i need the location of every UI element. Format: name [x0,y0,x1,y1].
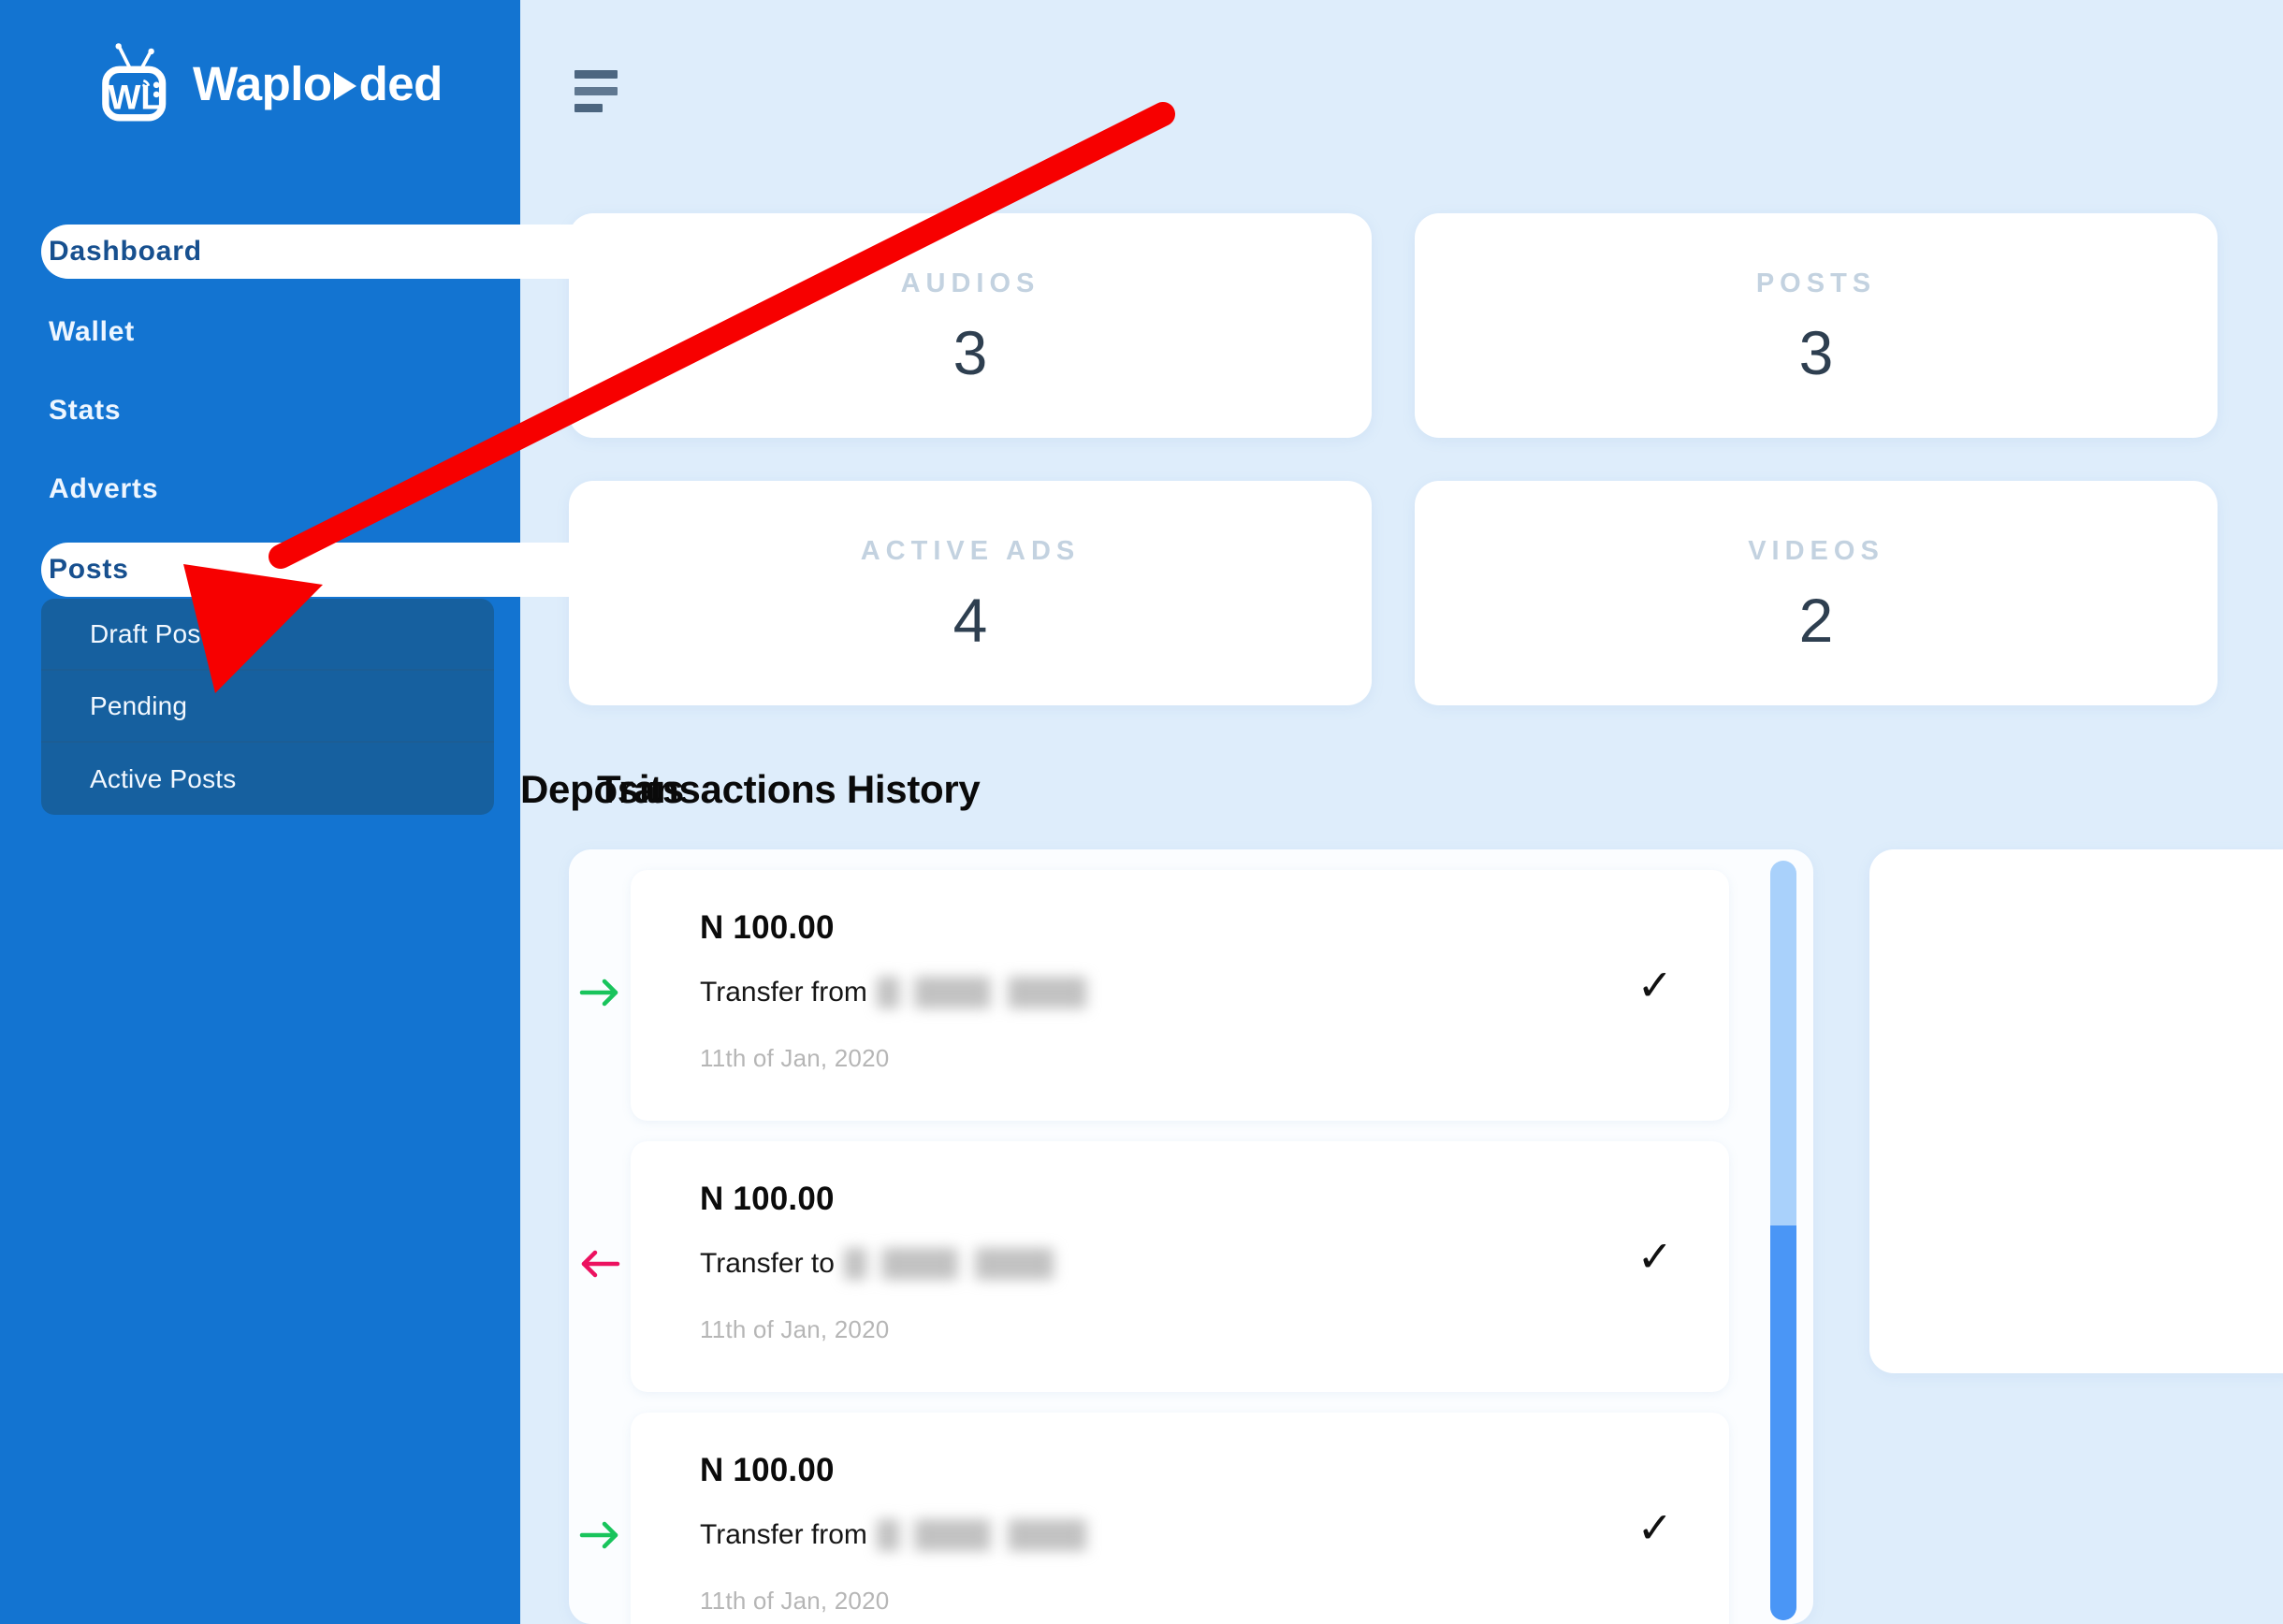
transaction-description: Transfer to [700,1248,1097,1280]
svg-text:WL: WL [109,79,162,117]
stat-card-value: 3 [1798,317,1834,387]
sidebar-item-label: Wallet [49,316,136,347]
hamburger-line [574,70,618,79]
transaction-counterparty-redacted [843,1248,1097,1280]
sidebar-item-label: Stats [49,395,122,426]
transaction-date: 11th of Jan, 2020 [700,1587,890,1615]
transaction-date: 11th of Jan, 2020 [700,1044,890,1072]
stat-card-posts[interactable]: POSTS 3 [1415,213,2218,438]
submenu-item-pending[interactable]: Pending [41,671,494,743]
sidebar-item-label: Adverts [49,473,159,504]
transaction-description-text: Transfer from [700,977,867,1008]
transaction-counterparty-redacted [876,1519,1129,1551]
transaction-detail: Transfer from [579,1519,1729,1551]
arrow-right-icon [579,1521,618,1549]
posts-submenu: Draft Post Pending Active Posts [41,599,494,815]
transactions-scrollbar[interactable] [1770,861,1796,1620]
sidebar-item-adverts[interactable]: Adverts [0,464,580,515]
sidebar-item-wallet[interactable]: Wallet [0,307,580,357]
stat-card-active-ads[interactable]: ACTIVE ADS 4 [569,481,1372,705]
submenu-item-active-posts[interactable]: Active Posts [41,743,494,815]
stat-card-value: 4 [952,585,988,655]
sidebar: WL Waplo ded Dashboard Wallet Stats Adver… [0,0,621,1624]
stat-card-value: 3 [952,317,988,387]
brand-name-suffix: ded [358,56,444,110]
sidebar-item-posts[interactable]: Posts [41,543,621,597]
transactions-list: N 100.00 Transfer from 11th of Jan, 2020… [569,849,1767,1624]
stat-card-label: VIDEOS [1748,535,1884,566]
stat-card-value: 2 [1798,585,1834,655]
submenu-item-draft-post[interactable]: Draft Post [41,599,494,671]
brand-logo[interactable]: WL Waplo ded [94,32,449,135]
submenu-item-label: Draft Post [90,618,209,648]
deposits-card[interactable] [1869,849,2283,1373]
scrollbar-thumb[interactable] [1770,1225,1796,1620]
transaction-description: Transfer from [700,977,1129,1008]
hamburger-line [574,104,603,112]
transaction-amount: N 100.00 [700,909,835,946]
transactions-panel: N 100.00 Transfer from 11th of Jan, 2020… [569,849,1813,1624]
hamburger-line [574,87,618,95]
sidebar-nav: Dashboard Wallet Stats Adverts Posts Dra… [0,225,621,815]
play-triangle-icon [333,72,356,100]
transaction-description: Transfer from [700,1519,1129,1551]
brand-name: Waplo ded [193,56,443,111]
stat-card-audios[interactable]: AUDIOS 3 [569,213,1372,438]
dashboard-app: WL Waplo ded Dashboard Wallet Stats Adver… [0,0,2283,1624]
transaction-row[interactable]: N 100.00 Transfer from 11th of Jan, 2020… [579,1413,1729,1624]
main-content: AUDIOS 3 POSTS 3 ACTIVE ADS 4 VIDEOS 2 T… [520,0,2283,1624]
submenu-item-label: Pending [90,690,188,720]
sidebar-item-dashboard[interactable]: Dashboard [41,225,621,279]
brand-name-prefix: Waplo [193,56,332,110]
transaction-description-text: Transfer from [700,1519,867,1550]
transaction-detail: Transfer to [581,1248,1729,1280]
transaction-date: 11th of Jan, 2020 [700,1315,890,1343]
sidebar-item-label: Dashboard [49,236,202,267]
stat-card-label: POSTS [1755,268,1877,298]
transaction-description-text: Transfer to [700,1248,835,1279]
topbar [574,70,623,121]
tv-logo-icon: WL [102,43,167,122]
transaction-row[interactable]: N 100.00 Transfer from 11th of Jan, 2020… [579,870,1729,1121]
stat-card-label: ACTIVE ADS [860,535,1081,566]
transaction-amount: N 100.00 [700,1452,835,1488]
transaction-detail: Transfer from [579,977,1729,1008]
stat-card-videos[interactable]: VIDEOS 2 [1415,481,2218,705]
sidebar-item-stats[interactable]: Stats [0,385,580,436]
arrow-right-icon [579,979,618,1007]
submenu-item-label: Active Posts [90,763,237,793]
arrow-left-icon [581,1250,620,1278]
transaction-amount: N 100.00 [700,1181,835,1217]
sidebar-item-label: Posts [49,554,129,585]
transaction-counterparty-redacted [876,977,1129,1008]
stat-cards-grid: AUDIOS 3 POSTS 3 ACTIVE ADS 4 VIDEOS 2 [569,213,2283,705]
check-icon: ✓ [1636,1232,1673,1281]
transaction-row[interactable]: N 100.00 Transfer to 11th of Jan, 2020 ✓ [581,1141,1729,1392]
check-icon: ✓ [1636,961,1673,1009]
stat-card-label: AUDIOS [900,268,1040,298]
hamburger-menu-icon[interactable] [574,70,623,112]
check-icon: ✓ [1636,1503,1673,1552]
